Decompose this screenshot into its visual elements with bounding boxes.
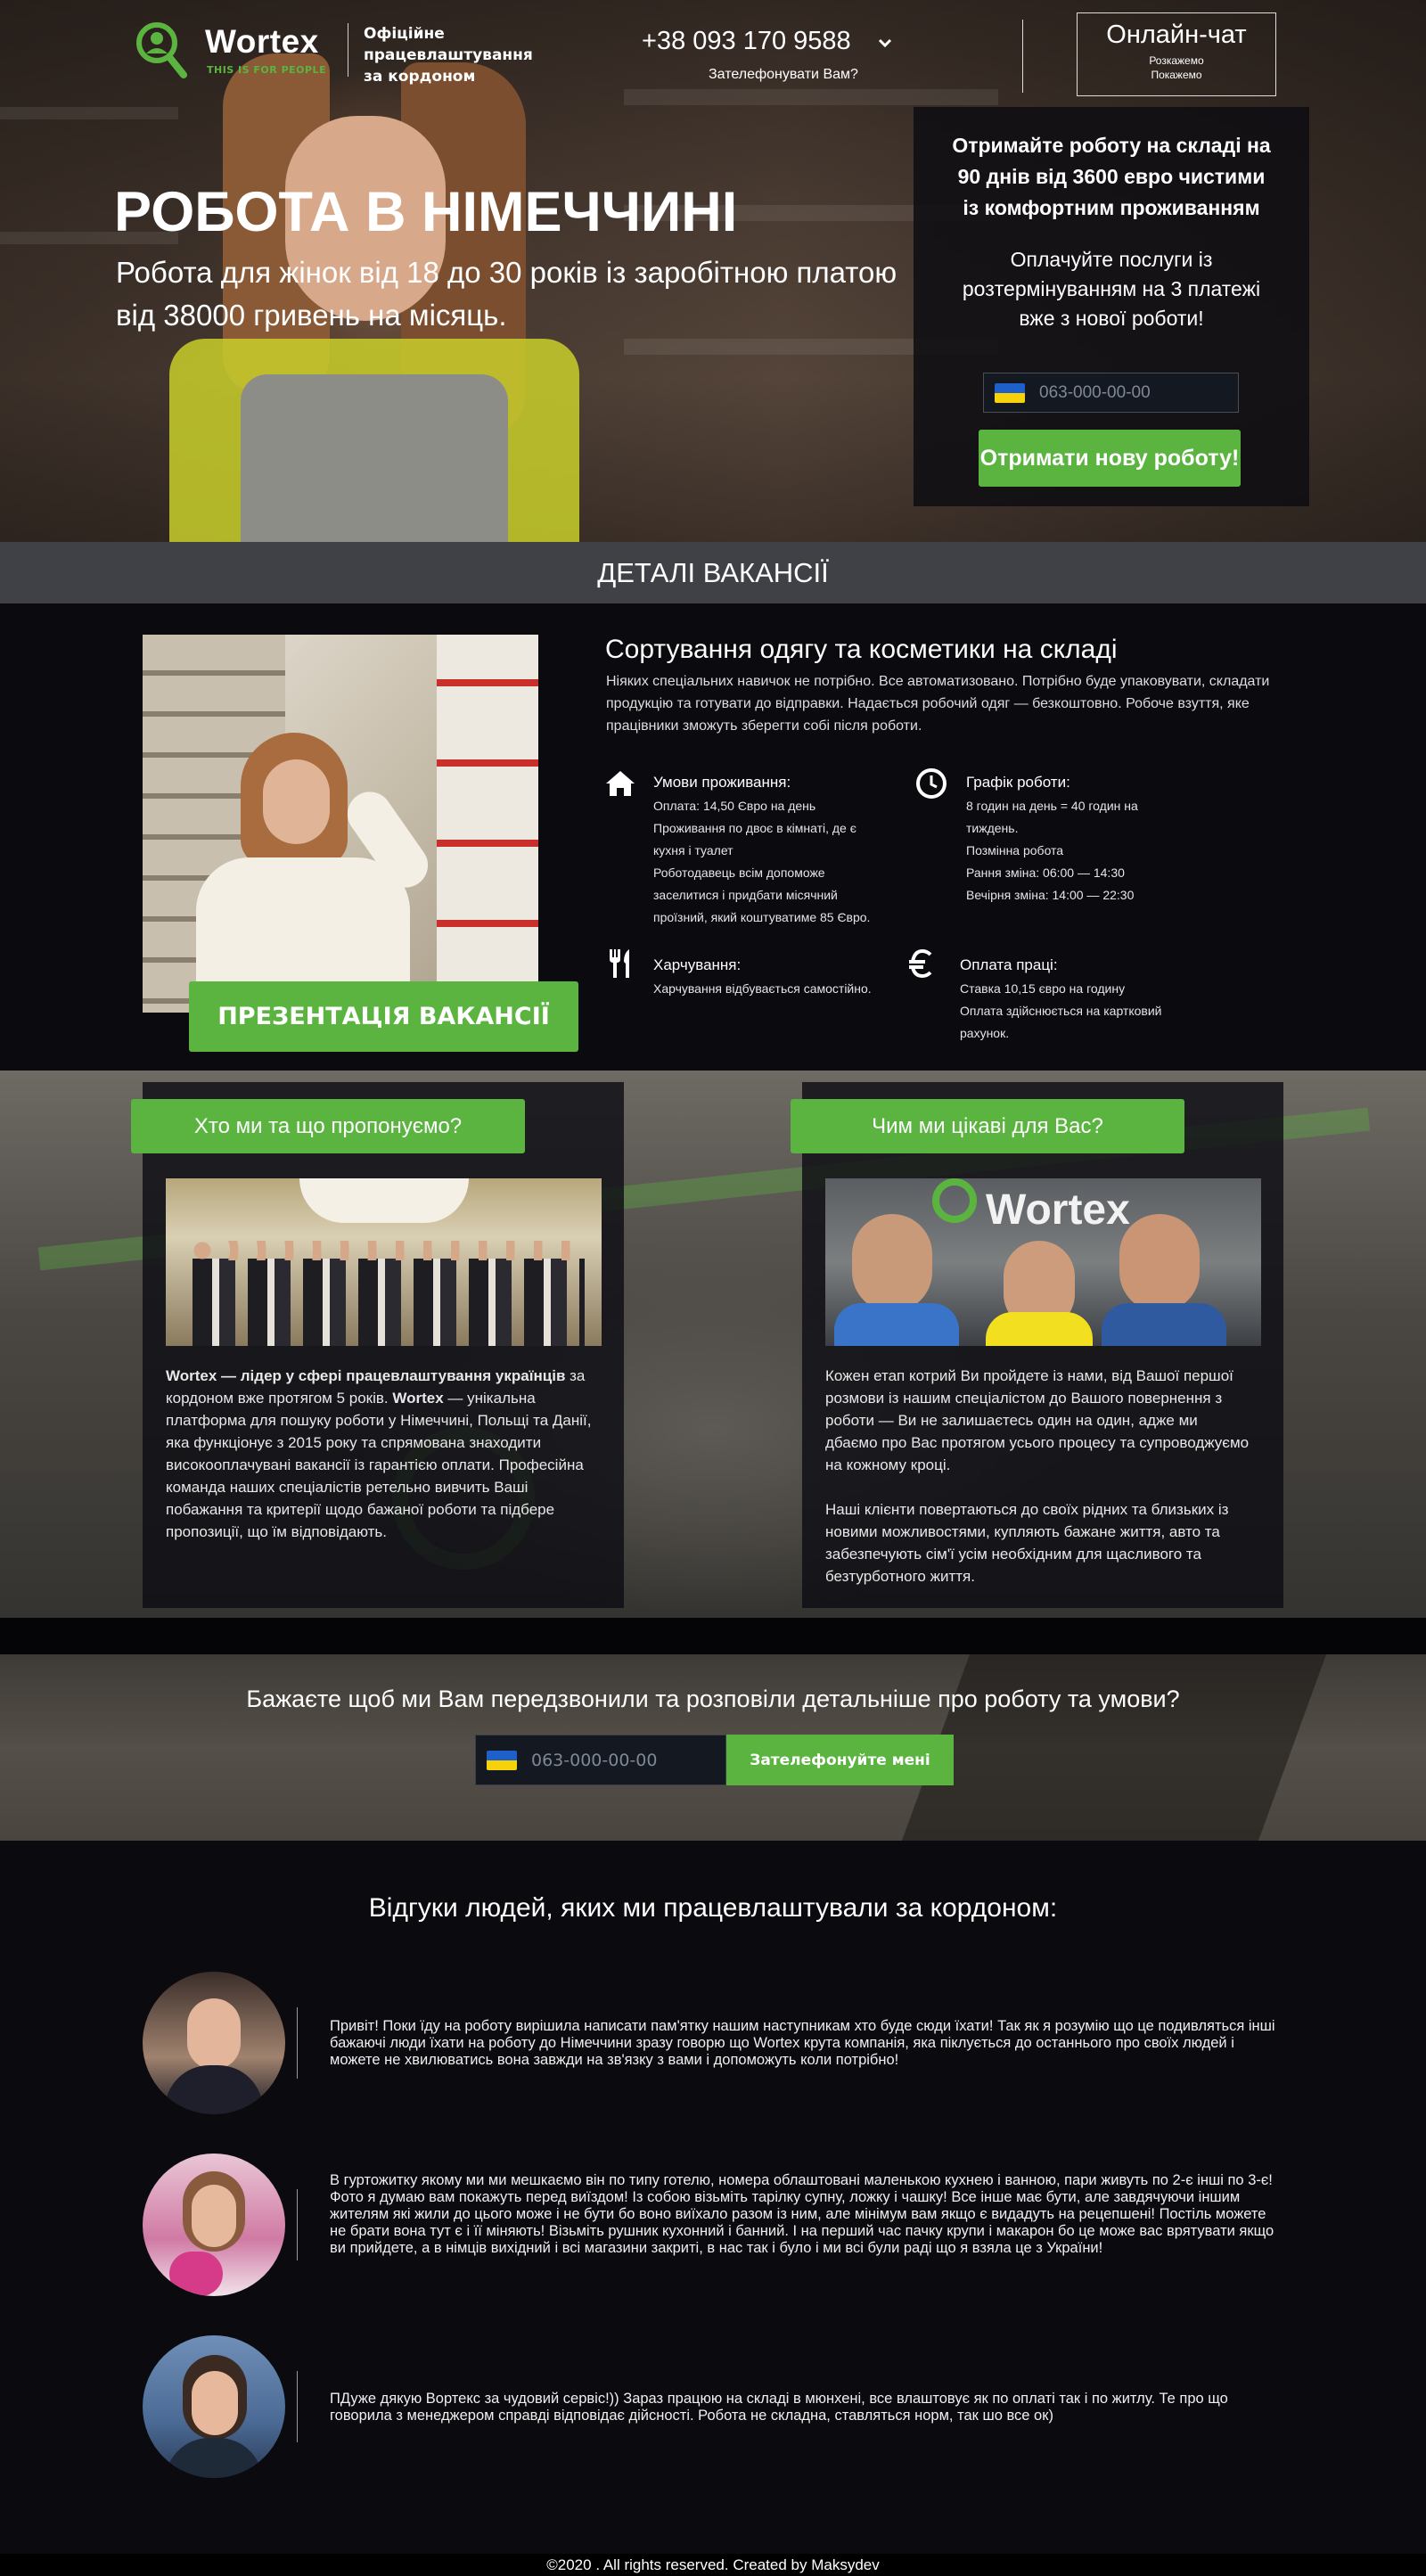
header-phone[interactable]: +38 093 170 9588 bbox=[642, 27, 851, 56]
avatar bbox=[143, 2335, 285, 2478]
feature-body: Оплата: 14,50 Євро на день Проживання по … bbox=[653, 799, 871, 924]
phone-placeholder: 063-000-00-00 bbox=[531, 1750, 658, 1770]
feature-title: Графік роботи: bbox=[966, 774, 1070, 791]
vacancy-description: Ніяких спеціальних навичок не потрібно. … bbox=[606, 674, 1270, 734]
about-right-text-1: Кожен етап котрий Ви пройдете із нами, в… bbox=[825, 1367, 1250, 1473]
team-photo bbox=[166, 1178, 602, 1346]
online-chat-button[interactable]: Онлайн-чат Розкажемо Покажемо bbox=[1077, 12, 1276, 96]
chat-label: Онлайн-чат bbox=[1106, 21, 1247, 49]
feature-title: Харчування: bbox=[653, 956, 742, 973]
who-we-are-pill: Хто ми та що пропонуємо? bbox=[131, 1099, 525, 1153]
about-right-text-2: Наші клієнти повертаються до своїх рідни… bbox=[825, 1501, 1229, 1585]
header-divider bbox=[1022, 20, 1023, 93]
avatar bbox=[143, 1972, 285, 2114]
offer-phone-input[interactable]: 063-000-00-00 bbox=[983, 373, 1239, 413]
offer-heading: Отримайте роботу на складі на 90 днів ві… bbox=[952, 134, 1271, 219]
vacancy-photo bbox=[143, 635, 538, 1013]
logo-subtitle: Офіційне працевлаштування за кордоном bbox=[364, 25, 533, 86]
brand-tagline: THIS IS FOR PEOPLE bbox=[207, 64, 327, 76]
feature-body: 8 годин на день = 40 годин на тиждень. Поз… bbox=[966, 799, 1138, 902]
feature-title: Умови проживання: bbox=[653, 774, 791, 791]
feature-title: Оплата праці: bbox=[960, 956, 1058, 973]
clock-icon bbox=[916, 768, 947, 799]
home-icon bbox=[606, 771, 635, 796]
chat-sub-2: Покажемо bbox=[1151, 69, 1202, 81]
reviews-title: Відгуки людей, яких ми працевлаштували з… bbox=[368, 1893, 1058, 1923]
feature-body: Харчування відбувається самостійно. bbox=[653, 981, 872, 996]
section-separator bbox=[0, 1618, 1426, 1654]
avatar bbox=[143, 2154, 285, 2296]
euro-icon bbox=[909, 948, 932, 979]
review-divider bbox=[297, 2007, 298, 2079]
review-text: ПДуже дякую Вортекс за чудовий сервіс!))… bbox=[330, 2391, 1228, 2424]
get-job-button[interactable]: Отримати нову роботу! bbox=[979, 430, 1241, 487]
footer: ©2020 . All rights reserved. Created by … bbox=[0, 2554, 1426, 2576]
review-text: В гуртожитку якому ми ми мешкаємо він по… bbox=[330, 2172, 1274, 2256]
callback-title: Бажаєте щоб ми Вам передзвонили та розпо… bbox=[246, 1686, 1180, 1712]
review-text: Привіт! Поки їду на роботу вирішила напи… bbox=[330, 2018, 1275, 2068]
feature-body: Ставка 10,15 євро на годину Оплата здійсн… bbox=[960, 981, 1162, 1040]
phone-placeholder: 063-000-00-00 bbox=[1039, 382, 1151, 402]
photo-sign-text: Wortex bbox=[986, 1186, 1130, 1234]
review-divider bbox=[297, 2371, 298, 2442]
review-divider bbox=[297, 2189, 298, 2260]
chevron-down-icon[interactable] bbox=[878, 36, 892, 50]
about-left-text: Wortex — лідер у сфері працевлаштування … bbox=[166, 1367, 592, 1540]
clients-photo: Wortex bbox=[825, 1178, 1261, 1346]
call-me-button[interactable]: Зателефонуйте мені bbox=[726, 1735, 954, 1785]
ukraine-flag-icon bbox=[487, 1750, 517, 1770]
callback-link[interactable]: Зателефонувати Вам? bbox=[709, 67, 858, 83]
vacancy-title: Сортування одягу та косметики на складі bbox=[605, 635, 1118, 664]
ukraine-flag-icon bbox=[995, 382, 1025, 403]
callback-phone-input[interactable]: 063-000-00-00 bbox=[475, 1735, 726, 1785]
details-bar: ДЕТАЛІ ВАКАНСІЇ bbox=[0, 542, 1426, 603]
why-us-pill: Чим ми цікаві для Вас? bbox=[791, 1099, 1184, 1153]
hero-subtitle: Робота для жінок від 18 до 30 років із з… bbox=[116, 256, 897, 332]
chat-sub-1: Розкажемо bbox=[1149, 54, 1204, 67]
presentation-button[interactable]: ПРЕЗЕНТАЦІЯ ВАКАНСІЇ bbox=[189, 981, 578, 1052]
magnifier-logo-icon[interactable] bbox=[134, 20, 187, 82]
offer-text: Оплачуйте послуги із розтермінуванням на… bbox=[962, 248, 1261, 330]
hero-title: РОБОТА В НІМЕЧЧИНІ bbox=[114, 181, 738, 243]
brand-name[interactable]: Wortex bbox=[205, 23, 319, 61]
offer-form-panel: Отримайте роботу на складі на 90 днів ві… bbox=[914, 107, 1309, 506]
fork-knife-icon bbox=[610, 949, 629, 978]
